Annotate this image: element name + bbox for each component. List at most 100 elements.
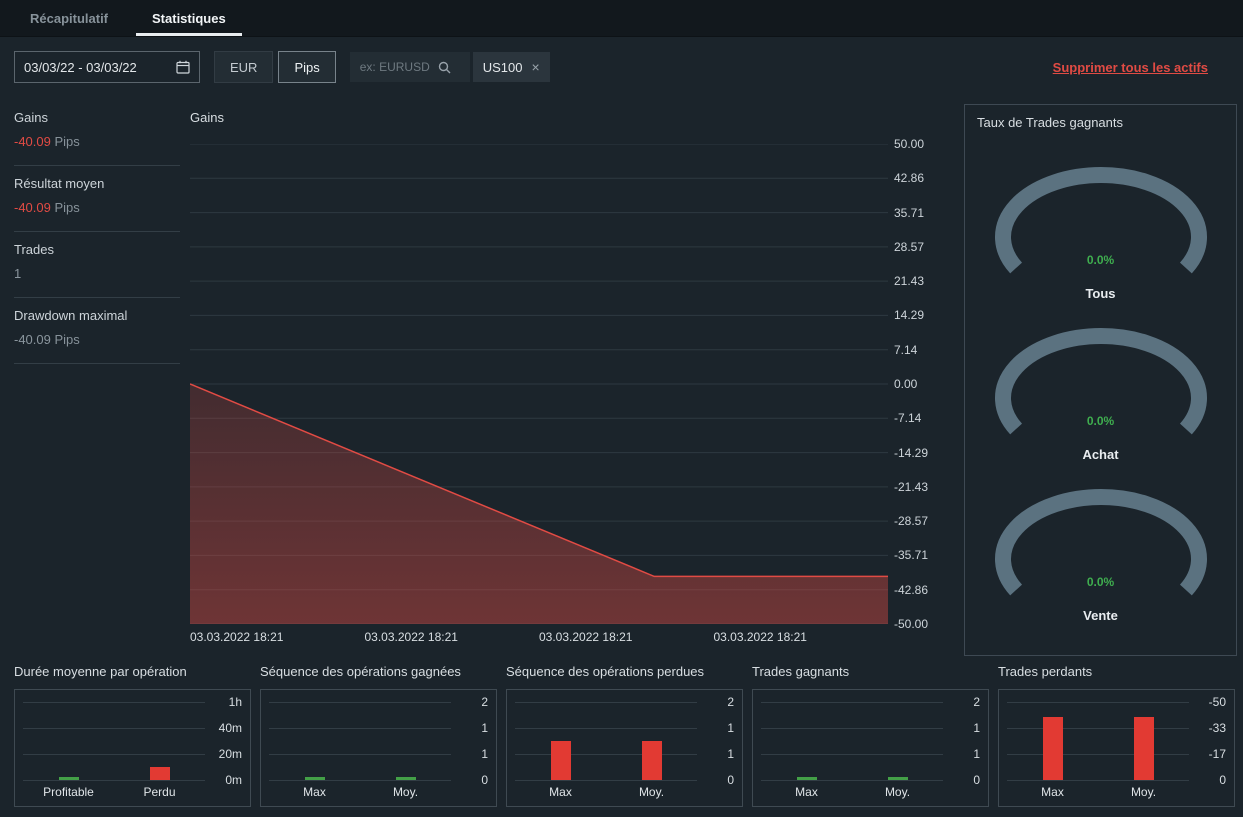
bar bbox=[1042, 717, 1063, 780]
currency-button[interactable]: EUR bbox=[214, 51, 274, 83]
gridline bbox=[761, 780, 943, 781]
stat-unit: Pips bbox=[54, 332, 80, 347]
category-label: Moy. bbox=[392, 785, 419, 799]
category-label: Perdu bbox=[143, 785, 176, 799]
stat-unit: Pips bbox=[54, 134, 80, 149]
y-tick-label: 0 bbox=[727, 773, 734, 787]
tab-recapitulatif[interactable]: Récapitulatif bbox=[8, 0, 130, 36]
y-axis-tick: 50.00 bbox=[894, 137, 925, 151]
gridline bbox=[761, 702, 943, 703]
bar bbox=[58, 777, 79, 780]
x-axis-label: 03.03.2022 18:21 bbox=[190, 630, 284, 644]
y-axis-tick: 21.43 bbox=[894, 274, 925, 289]
gridline bbox=[515, 754, 697, 755]
gains-y-axis: 50.00 42.86 35.71 28.57 21.43 14.29 7.14 0.00 -7… bbox=[894, 137, 952, 631]
bar bbox=[796, 777, 817, 780]
gridline bbox=[1007, 780, 1189, 781]
stat-value-line: -40.09 Pips bbox=[14, 134, 180, 149]
bar bbox=[395, 777, 416, 780]
gauge-value: 0.0% bbox=[1086, 575, 1115, 589]
asset-chip-us100[interactable]: US100 × bbox=[472, 52, 550, 82]
search-icon bbox=[438, 61, 451, 73]
category-label: Max bbox=[303, 785, 326, 799]
gridline bbox=[1007, 728, 1189, 729]
gauge-value: 0.0% bbox=[1086, 414, 1115, 428]
gauge-label: Vente bbox=[1083, 608, 1118, 623]
bar bbox=[550, 741, 571, 780]
stat-value-line: -40.09 Pips bbox=[14, 332, 180, 347]
y-axis-tick: 35.71 bbox=[894, 205, 925, 220]
gains-chart-plot[interactable] bbox=[190, 144, 888, 624]
gauge-vente: 0.0% Vente bbox=[986, 487, 1216, 623]
y-tick-label: -33 bbox=[1208, 721, 1226, 735]
win-rate-title: Taux de Trades gagnants bbox=[977, 115, 1123, 130]
y-tick-label: 1 bbox=[973, 721, 980, 735]
gridline bbox=[269, 728, 451, 729]
gridline bbox=[761, 754, 943, 755]
bar bbox=[641, 741, 662, 780]
category-label: Max bbox=[549, 785, 572, 799]
stat-gains: Gains -40.09 Pips bbox=[14, 100, 180, 166]
x-axis-label: 03.03.2022 18:21 bbox=[713, 630, 807, 644]
gridline bbox=[515, 780, 697, 781]
remove-all-assets-link[interactable]: Supprimer tous les actifs bbox=[1053, 60, 1208, 75]
gridline bbox=[1007, 702, 1189, 703]
y-tick-label: -17 bbox=[1208, 747, 1226, 761]
gridline bbox=[269, 780, 451, 781]
y-tick-label: 1 bbox=[973, 747, 980, 761]
y-tick-label: 0 bbox=[481, 773, 488, 787]
y-tick-label: 2 bbox=[481, 695, 488, 709]
y-axis-tick: 7.14 bbox=[894, 342, 918, 357]
mini-chart-plot: 2 1 1 0 Max Moy. bbox=[752, 689, 989, 807]
stat-unit: Pips bbox=[54, 200, 80, 215]
y-axis-tick: -7.14 bbox=[894, 411, 922, 426]
mini-chart-plot: 1h 40m 20m 0m Profitable Perdu bbox=[14, 689, 251, 807]
stat-trades: Trades 1 bbox=[14, 232, 180, 298]
y-axis-tick: 14.29 bbox=[894, 308, 925, 323]
stat-drawdown-maximal: Drawdown maximal -40.09 Pips bbox=[14, 298, 180, 364]
tab-statistiques[interactable]: Statistiques bbox=[130, 0, 248, 36]
stat-value: 1 bbox=[14, 266, 22, 281]
y-tick-label: 2 bbox=[727, 695, 734, 709]
stat-label: Trades bbox=[14, 242, 54, 257]
y-axis-tick: 0.00 bbox=[894, 376, 918, 391]
y-axis-tick: -14.29 bbox=[894, 445, 929, 460]
y-tick-label: 1 bbox=[481, 721, 488, 735]
gauge-tous: 0.0% Tous bbox=[986, 165, 1216, 301]
statistics-page: Récapitulatif Statistiques 03/03/22 - 03… bbox=[0, 0, 1243, 817]
category-label: Profitable bbox=[43, 785, 94, 799]
gridline bbox=[23, 702, 205, 703]
category-label: Moy. bbox=[884, 785, 911, 799]
mini-chart-5: Trades perdants -50 -33 -17 0 Max Moy. bbox=[998, 664, 1235, 807]
gains-area-chart bbox=[190, 144, 888, 624]
tab-bar: Récapitulatif Statistiques bbox=[0, 0, 1243, 37]
y-tick-label: 1h bbox=[228, 695, 242, 709]
gauge-achat: 0.0% Achat bbox=[986, 326, 1216, 462]
stat-resultat-moyen: Résultat moyen -40.09 Pips bbox=[14, 166, 180, 232]
gridline bbox=[269, 754, 451, 755]
category-label: Max bbox=[1041, 785, 1064, 799]
toolbar: 03/03/22 - 03/03/22 EUR Pips US100 bbox=[0, 37, 1243, 97]
date-range-input[interactable]: 03/03/22 - 03/03/22 bbox=[14, 51, 200, 83]
calendar-icon bbox=[176, 60, 190, 74]
y-axis-tick: 28.57 bbox=[894, 239, 925, 254]
bar bbox=[149, 767, 170, 780]
bar bbox=[1133, 717, 1154, 780]
y-tick-label: 20m bbox=[218, 747, 242, 761]
gauge-label: Tous bbox=[1085, 286, 1116, 301]
chip-close-icon[interactable]: × bbox=[532, 59, 540, 75]
x-axis-label: 03.03.2022 18:21 bbox=[364, 630, 458, 644]
stat-value: -40.09 bbox=[14, 332, 51, 347]
gains-chart-title: Gains bbox=[190, 110, 224, 125]
gridline bbox=[1007, 754, 1189, 755]
mini-chart-plot: -50 -33 -17 0 Max Moy. bbox=[998, 689, 1235, 807]
gains-chart-panel: Gains 50.00 42.86 35.71 28.57 21.43 14.29 7.14… bbox=[188, 104, 960, 664]
asset-filter-group: US100 × bbox=[349, 52, 550, 82]
asset-search[interactable] bbox=[349, 52, 470, 82]
mini-chart-title: Séquence des opérations gagnées bbox=[260, 664, 461, 679]
mini-chart-4: Trades gagnants 2 1 1 0 Max Moy. bbox=[752, 664, 989, 807]
y-axis-tick: 42.86 bbox=[894, 171, 925, 186]
gridline bbox=[23, 780, 205, 781]
pips-button[interactable]: Pips bbox=[278, 51, 336, 83]
asset-search-input[interactable] bbox=[357, 59, 434, 75]
